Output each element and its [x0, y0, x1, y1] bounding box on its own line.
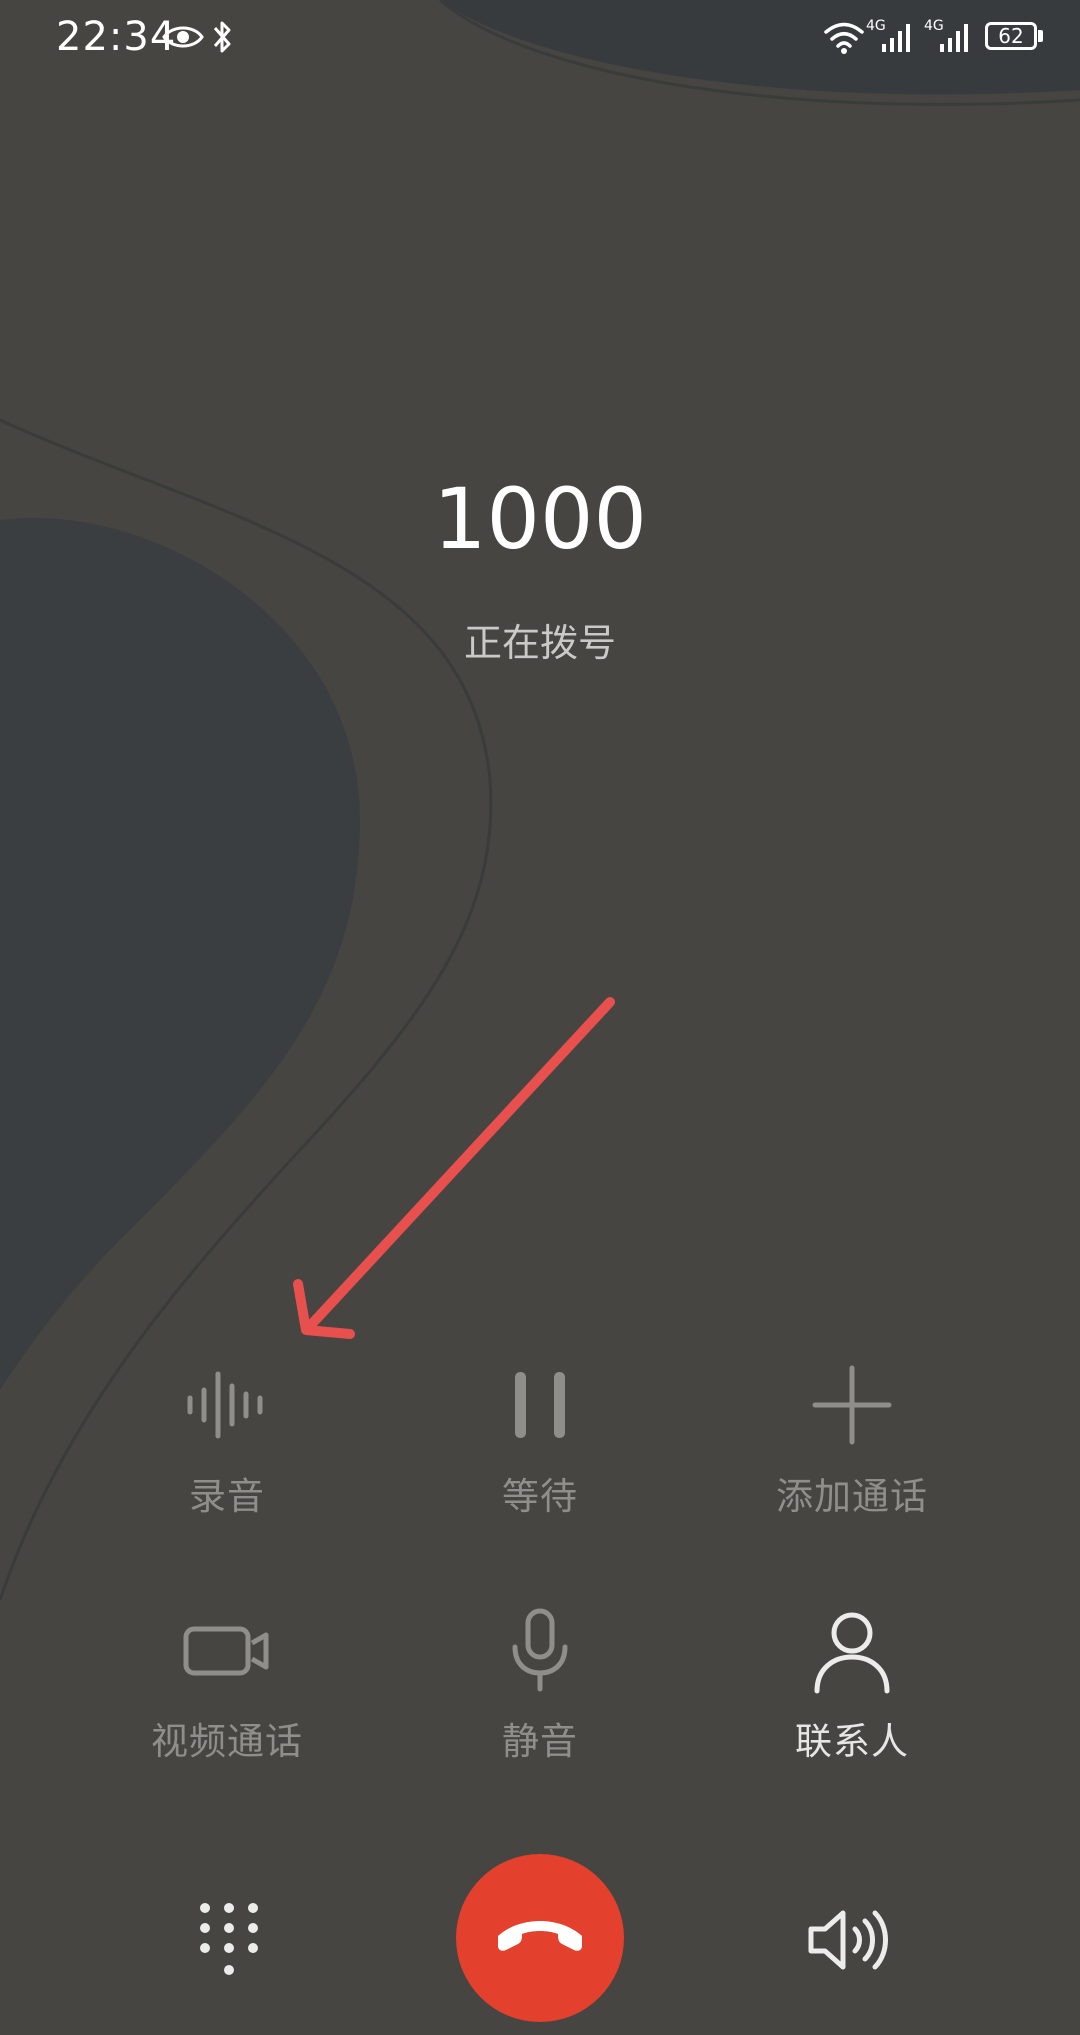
battery-nub	[1038, 30, 1043, 42]
mute-button[interactable]: 静音	[400, 1605, 680, 1775]
pause-icon	[515, 1372, 565, 1438]
dialpad-icon[interactable]	[195, 1900, 263, 1980]
bluetooth-icon	[213, 21, 231, 53]
speaker-icon[interactable]	[805, 1905, 895, 1975]
battery-level: 62	[998, 24, 1024, 48]
microphone-icon	[512, 1608, 568, 1692]
record-label: 录音	[189, 1475, 265, 1518]
mute-label: 静音	[502, 1720, 578, 1763]
plus-icon	[812, 1365, 892, 1445]
hold-label: 等待	[502, 1475, 578, 1518]
caller-number: 1000	[433, 470, 647, 568]
video-call-label: 视频通话	[151, 1720, 303, 1763]
contacts-button[interactable]: 联系人	[712, 1605, 992, 1775]
eye-icon	[162, 26, 204, 48]
video-call-button[interactable]: 视频通话	[87, 1605, 367, 1775]
end-call-icon	[498, 1921, 582, 1951]
contacts-label: 联系人	[795, 1720, 909, 1763]
end-call-button[interactable]	[456, 1854, 624, 2022]
signal-4g-icon	[940, 24, 968, 52]
signal-4g-icon	[882, 24, 910, 52]
add-call-button[interactable]: 添加通话	[712, 1360, 992, 1530]
hold-button[interactable]: 等待	[400, 1360, 680, 1530]
call-status: 正在拨号	[463, 621, 616, 665]
status-bar: 22:34 4G 4G 62	[0, 0, 1080, 80]
record-button[interactable]: 录音	[87, 1360, 367, 1530]
add-call-label: 添加通话	[776, 1475, 928, 1518]
status-time: 22:34	[56, 14, 177, 60]
video-camera-icon	[183, 1626, 269, 1676]
record-waveform-icon	[187, 1371, 263, 1439]
contact-person-icon	[814, 1612, 890, 1694]
wifi-icon	[824, 22, 864, 54]
